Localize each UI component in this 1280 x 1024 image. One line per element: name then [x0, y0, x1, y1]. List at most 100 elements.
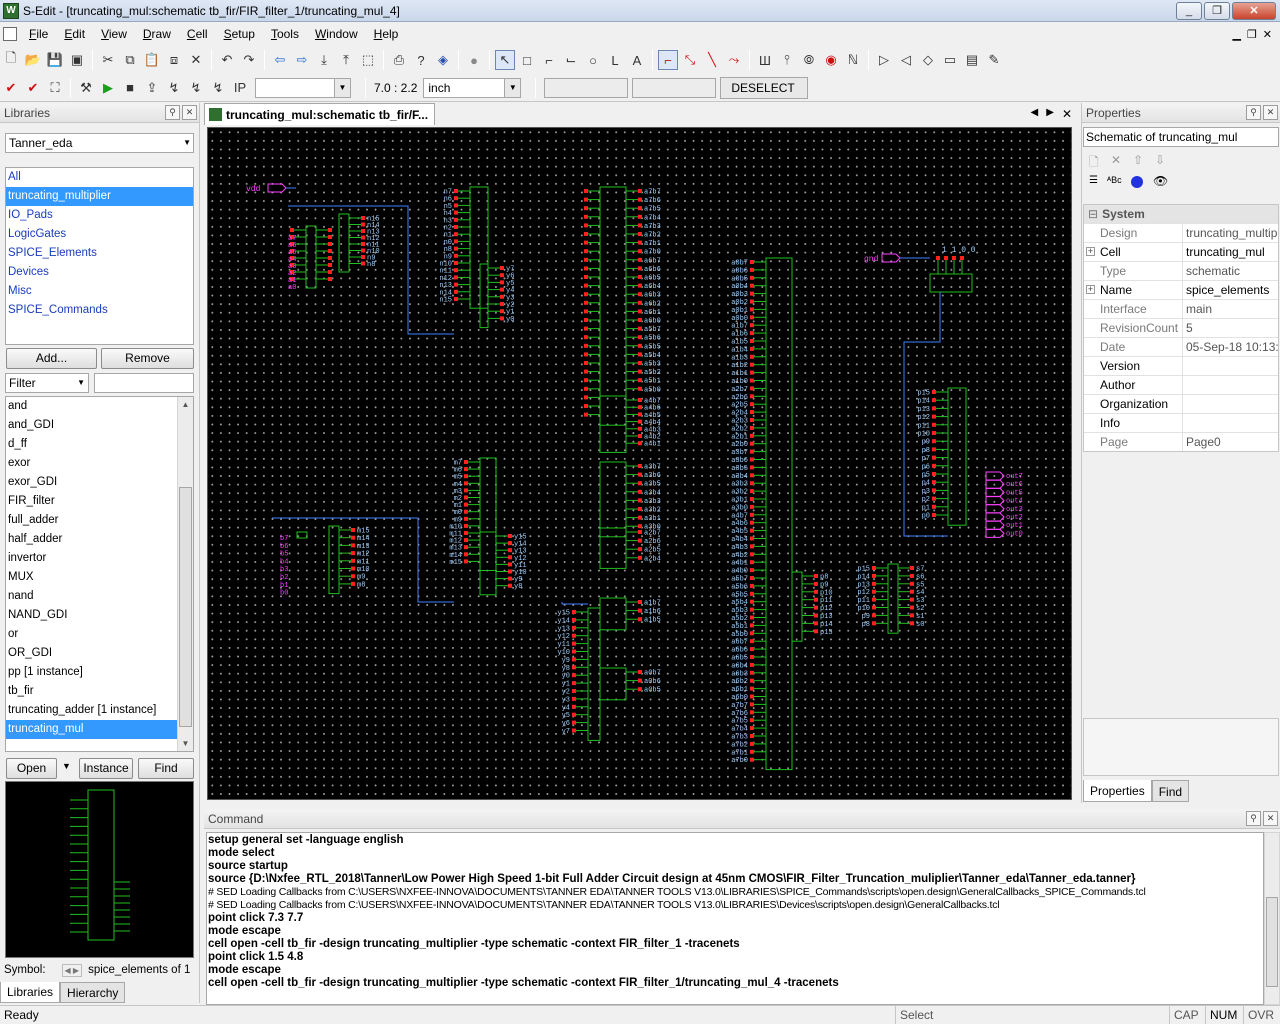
cut-icon[interactable]: ✂: [98, 50, 118, 70]
move-down-icon[interactable]: ⇩: [1155, 153, 1165, 167]
net-label-icon[interactable]: ⦾: [799, 50, 819, 70]
tab-schematic[interactable]: truncating_mul:schematic tb_fir/F...: [204, 103, 436, 125]
property-row[interactable]: Interface main: [1084, 299, 1278, 318]
open-icon[interactable]: 📂: [23, 50, 43, 70]
property-row[interactable]: Organization: [1084, 394, 1278, 413]
orthogonal-icon[interactable]: ⌙: [561, 50, 581, 70]
visibility-icon[interactable]: 👁: [1153, 174, 1168, 188]
library-item-io-pads[interactable]: IO_Pads: [6, 206, 193, 225]
cell-item[interactable]: invertor: [6, 549, 177, 568]
in-port-icon[interactable]: ▷: [874, 50, 894, 70]
back-icon[interactable]: ⇦: [270, 50, 290, 70]
menu-cell[interactable]: Cell: [179, 27, 216, 41]
menu-tools[interactable]: Tools: [263, 27, 307, 41]
cell-item[interactable]: truncating_adder [1 instance]: [6, 701, 177, 720]
probe-voltage-icon[interactable]: ↯: [164, 78, 184, 98]
pin-icon[interactable]: ⚲: [165, 105, 180, 120]
open-options-icon[interactable]: ▼: [62, 761, 71, 771]
global-icon[interactable]: ◉: [821, 50, 841, 70]
setup-sim-icon[interactable]: ⚒: [76, 78, 96, 98]
new-icon[interactable]: 🗋: [1, 50, 21, 70]
rectangle-icon[interactable]: □: [517, 50, 537, 70]
tab-next-icon[interactable]: ▶: [1046, 107, 1054, 121]
cell-item[interactable]: full_adder: [6, 511, 177, 530]
expand-icon[interactable]: +: [1086, 285, 1095, 294]
schematic-canvas[interactable]: vdd gnd 1 1 0 0 n15 n14 n13 n12 n11 n10 n9 n8 a7…: [207, 127, 1072, 800]
pin-icon[interactable]: ⚲: [1246, 105, 1261, 120]
navigate-icon[interactable]: ⬚: [358, 50, 378, 70]
save-icon[interactable]: 💾: [45, 50, 65, 70]
wire-orth-icon[interactable]: ⌐: [658, 50, 678, 70]
scroll-thumb[interactable]: [179, 487, 192, 727]
property-row[interactable]: Type schematic: [1084, 261, 1278, 280]
cell-item[interactable]: exor_GDI: [6, 473, 177, 492]
menu-window[interactable]: Window: [307, 27, 366, 41]
stop-icon[interactable]: ■: [120, 78, 140, 98]
delete-property-icon[interactable]: ✕: [1111, 153, 1121, 167]
command-log[interactable]: setup general set -language english mode…: [206, 832, 1264, 1005]
property-row[interactable]: Page Page0: [1084, 432, 1278, 451]
chevron-down-icon[interactable]: ▼: [183, 134, 191, 152]
property-row[interactable]: Version: [1084, 356, 1278, 375]
wire-icon[interactable]: ⤡: [680, 50, 700, 70]
scroll-up-icon[interactable]: ▲: [178, 397, 193, 412]
help-icon[interactable]: ?: [411, 50, 431, 70]
close-icon[interactable]: ✕: [1263, 105, 1278, 120]
scroll-down-icon[interactable]: ▼: [178, 736, 193, 751]
property-row[interactable]: Author: [1084, 375, 1278, 394]
cell-item[interactable]: nand: [6, 587, 177, 606]
document-icon[interactable]: [3, 27, 17, 41]
expand-icon[interactable]: +: [1086, 247, 1095, 256]
menu-edit[interactable]: Edit: [56, 27, 93, 41]
library-item-spice-elements[interactable]: SPICE_Elements: [6, 244, 193, 263]
probe-power-icon[interactable]: ↯: [208, 78, 228, 98]
polygon-icon[interactable]: ⌐: [539, 50, 559, 70]
duplicate-icon[interactable]: ⧈: [164, 50, 184, 70]
library-item-misc[interactable]: Misc: [6, 282, 193, 301]
minimize-button[interactable]: _: [1176, 1, 1202, 20]
run-icon[interactable]: ▶: [98, 78, 118, 98]
menu-file[interactable]: File: [21, 27, 56, 41]
command-scrollbar[interactable]: [1264, 832, 1280, 1005]
mdi-restore-icon[interactable]: ❐: [1247, 28, 1257, 41]
property-row[interactable]: Design truncating_multip: [1084, 223, 1278, 242]
cell-item[interactable]: MUX: [6, 568, 177, 587]
close-button[interactable]: ✕: [1232, 1, 1276, 20]
tab-find[interactable]: Find: [1151, 780, 1190, 802]
other-port-icon[interactable]: ▭: [940, 50, 960, 70]
color-icon[interactable]: [1131, 176, 1143, 188]
cell-item[interactable]: and_GDI: [6, 416, 177, 435]
units-select[interactable]: inch ▼: [423, 77, 522, 98]
move-up-icon[interactable]: ⇧: [1133, 153, 1143, 167]
name-icon[interactable]: ℕ: [843, 50, 863, 70]
mdi-close-icon[interactable]: ✕: [1263, 28, 1272, 41]
menu-help[interactable]: Help: [366, 27, 407, 41]
print-icon[interactable]: ⎙: [389, 50, 409, 70]
cell-item-selected[interactable]: truncating_mul: [6, 720, 177, 739]
add-library-button[interactable]: Add...: [6, 348, 97, 369]
tab-libraries[interactable]: Libraries: [0, 982, 61, 1003]
menu-view[interactable]: View: [93, 27, 135, 41]
deselect-button[interactable]: DESELECT: [720, 76, 809, 99]
tab-properties[interactable]: Properties: [1083, 780, 1152, 802]
chevron-down-icon[interactable]: ▼: [505, 77, 522, 98]
library-item-all[interactable]: All: [6, 168, 193, 187]
cell-item[interactable]: tb_fir: [6, 682, 177, 701]
check-all-icon[interactable]: ✔: [23, 78, 43, 98]
ip-icon[interactable]: IP: [230, 78, 250, 98]
library-item-logicgates[interactable]: LogicGates: [6, 225, 193, 244]
find-button[interactable]: Find: [138, 758, 194, 779]
pop-out-icon[interactable]: ⤒: [336, 50, 356, 70]
remove-library-button[interactable]: Remove: [101, 348, 194, 369]
filter-select[interactable]: Filter ▼: [5, 373, 89, 393]
alphabetical-icon[interactable]: ᴬBc: [1107, 175, 1122, 185]
symbol-nav[interactable]: ◀ ▶: [61, 963, 83, 977]
redo-icon[interactable]: ↷: [239, 50, 259, 70]
copy-icon[interactable]: ⧉: [120, 50, 140, 70]
tab-hierarchy[interactable]: Hierarchy: [60, 982, 126, 1003]
export-icon[interactable]: ⇪: [142, 78, 162, 98]
simulation-combo[interactable]: ▼: [255, 77, 351, 98]
cell-item[interactable]: d_ff: [6, 435, 177, 454]
cell-list-scrollbar[interactable]: ▲ ▼: [177, 397, 193, 751]
property-row[interactable]: Date 05-Sep-18 10:13:3: [1084, 337, 1278, 356]
